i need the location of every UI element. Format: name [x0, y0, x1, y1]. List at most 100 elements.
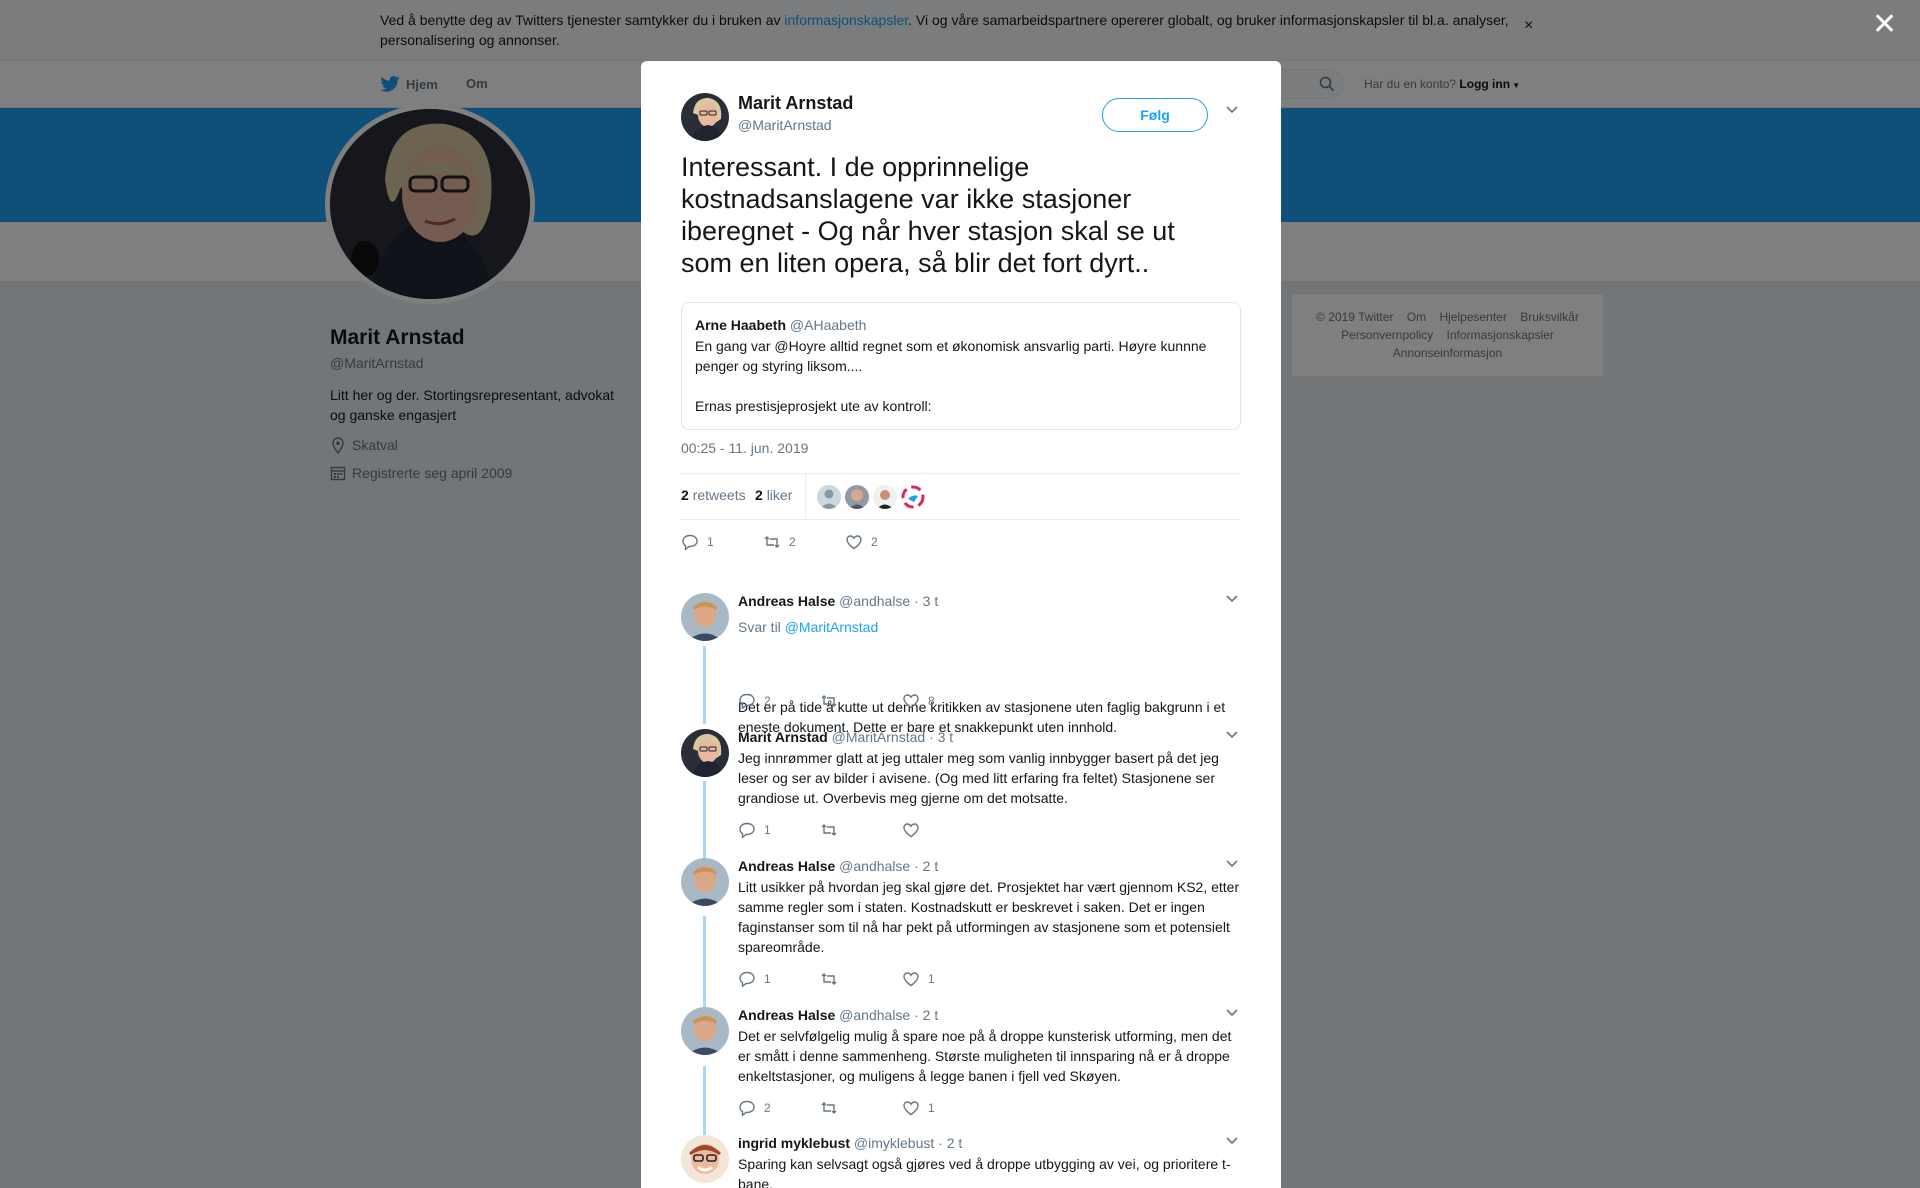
retweet-icon	[820, 821, 838, 839]
reply-text: Sparing kan selvsagt også gjøres ved å d…	[738, 1156, 1231, 1188]
tweet-menu-chevron-down-icon[interactable]	[1226, 106, 1238, 114]
reply-action[interactable]: 1	[738, 821, 820, 839]
reply-author-name[interactable]: Andreas Halse	[738, 1007, 835, 1023]
like-action[interactable]: 1	[902, 970, 984, 988]
tweet-timestamp[interactable]: 00:25 - 11. jun. 2019	[681, 440, 808, 456]
reply-time[interactable]: · 3 t	[914, 593, 938, 609]
reply-count: 2	[764, 694, 771, 708]
reply-tweet[interactable]: ingrid myklebust @imyklebust · 2 t Spari…	[681, 1135, 1241, 1188]
reply-actions: 2 1	[738, 1099, 984, 1117]
reply-author-handle[interactable]: @andhalse	[839, 1007, 910, 1023]
retweets-count: 2	[681, 487, 689, 503]
retweet-action[interactable]: 2	[763, 533, 845, 551]
heart-icon	[902, 1099, 920, 1117]
follow-button[interactable]: Følg	[1102, 98, 1208, 132]
retweet-icon	[820, 1099, 838, 1117]
reply-author-name[interactable]: Andreas Halse	[738, 858, 835, 874]
tweet-stats: 2 retweets 2 liker	[681, 473, 1241, 520]
reply-to-label: Svar til	[738, 619, 781, 635]
quoted-tweet-text-2: Ernas prestisjeprosjekt ute av kontroll:	[695, 398, 932, 414]
reply-time[interactable]: · 2 t	[914, 858, 938, 874]
reply-header: ingrid myklebust @imyklebust · 2 t	[738, 1135, 962, 1151]
tweet-author-name[interactable]: Marit Arnstad	[738, 93, 853, 114]
reply-count: 1	[764, 823, 771, 837]
reply-text: Det er selvfølgelig mulig å spare noe på…	[738, 1028, 1232, 1084]
reply-actions: 2 8	[738, 692, 984, 710]
reply-header: Marit Arnstad @MaritArnstad · 3 t	[738, 729, 953, 745]
heart-icon	[902, 970, 920, 988]
retweet-icon	[820, 692, 838, 710]
reply-author-handle[interactable]: @andhalse	[839, 858, 910, 874]
heart-icon	[845, 533, 863, 551]
reply-actions: 1	[738, 821, 984, 839]
like-action[interactable]: 8	[902, 692, 984, 710]
tweet-modal: Marit Arnstad @MaritArnstad Følg Interes…	[641, 61, 1281, 1188]
reply-action[interactable]: 1	[738, 970, 820, 988]
reply-text: Litt usikker på hvordan jeg skal gjøre d…	[738, 879, 1240, 955]
reply-author-avatar[interactable]	[681, 729, 729, 777]
reply-icon	[738, 692, 756, 710]
reply-time[interactable]: · 3 t	[929, 729, 953, 745]
chevron-down-icon[interactable]	[1226, 1137, 1238, 1145]
like-count: 1	[928, 972, 935, 986]
quoted-tweet[interactable]: Arne Haabeth @AHaabeth En gang var @Hoyr…	[681, 302, 1241, 430]
reply-author-name[interactable]: Marit Arnstad	[738, 729, 828, 745]
liker-avatar[interactable]	[817, 485, 841, 509]
reply-action[interactable]: 2	[738, 692, 820, 710]
heart-icon	[902, 692, 920, 710]
chevron-down-icon[interactable]	[1226, 731, 1238, 739]
tweet-author-avatar[interactable]	[681, 93, 729, 141]
likes-label: liker	[766, 487, 793, 503]
quoted-author-handle: @AHaabeth	[789, 317, 867, 333]
heart-icon	[902, 821, 920, 839]
reply-author-handle[interactable]: @imyklebust	[854, 1135, 934, 1151]
reply-author-avatar[interactable]	[681, 593, 729, 641]
reply-icon	[738, 1099, 756, 1117]
reply-tweet[interactable]: Andreas Halse @andhalse · 2 t Litt usikk…	[681, 858, 1241, 988]
reply-author-avatar[interactable]	[681, 1007, 729, 1055]
reply-to-link[interactable]: @MaritArnstad	[785, 619, 879, 635]
reply-action[interactable]: 2	[738, 1099, 820, 1117]
reply-header: Andreas Halse @andhalse · 2 t	[738, 1007, 938, 1023]
reply-action[interactable]: 1	[681, 533, 763, 551]
reply-header: Andreas Halse @andhalse · 2 t	[738, 858, 938, 874]
like-action[interactable]: 1	[902, 1099, 984, 1117]
liker-avatar[interactable]	[845, 485, 869, 509]
reply-to-line: Svar til @MaritArnstad	[738, 617, 1243, 637]
reply-author-name[interactable]: Andreas Halse	[738, 593, 835, 609]
retweet-action[interactable]	[820, 821, 902, 839]
quoted-tweet-text-1: En gang var @Hoyre alltid regnet som et …	[695, 338, 1207, 374]
liker-avatar[interactable]	[901, 485, 925, 509]
reply-author-handle[interactable]: @andhalse	[839, 593, 910, 609]
reply-icon	[738, 821, 756, 839]
like-action[interactable]	[902, 821, 984, 839]
reply-time[interactable]: · 2 t	[938, 1135, 962, 1151]
tweet-author-handle[interactable]: @MaritArnstad	[738, 117, 832, 133]
retweet-action[interactable]	[820, 970, 902, 988]
chevron-down-icon[interactable]	[1226, 1009, 1238, 1017]
reply-time[interactable]: · 2 t	[914, 1007, 938, 1023]
reply-author-avatar[interactable]	[681, 1135, 729, 1183]
liker-avatar[interactable]	[873, 485, 897, 509]
likes-stat[interactable]: 2 liker	[755, 487, 792, 503]
likes-count: 2	[755, 487, 763, 503]
reply-count: 2	[764, 1101, 771, 1115]
retweets-label: retweets	[692, 487, 746, 503]
reply-author-handle[interactable]: @MaritArnstad	[832, 729, 926, 745]
stats-divider	[805, 474, 806, 520]
reply-count: 1	[707, 535, 714, 549]
reply-author-avatar[interactable]	[681, 858, 729, 906]
retweet-icon	[763, 533, 781, 551]
like-count: 1	[928, 1101, 935, 1115]
reply-author-name[interactable]: ingrid myklebust	[738, 1135, 850, 1151]
chevron-down-icon[interactable]	[1226, 860, 1238, 868]
chevron-down-icon[interactable]	[1226, 595, 1238, 603]
close-modal-button[interactable]: ✕	[1872, 10, 1897, 40]
retweet-action[interactable]	[820, 692, 902, 710]
reply-icon	[681, 533, 699, 551]
reply-count: 1	[764, 972, 771, 986]
reply-text: Jeg innrømmer glatt at jeg uttaler meg s…	[738, 750, 1219, 806]
retweet-action[interactable]	[820, 1099, 902, 1117]
retweets-stat[interactable]: 2 retweets	[681, 487, 746, 503]
like-action[interactable]: 2	[845, 533, 927, 551]
